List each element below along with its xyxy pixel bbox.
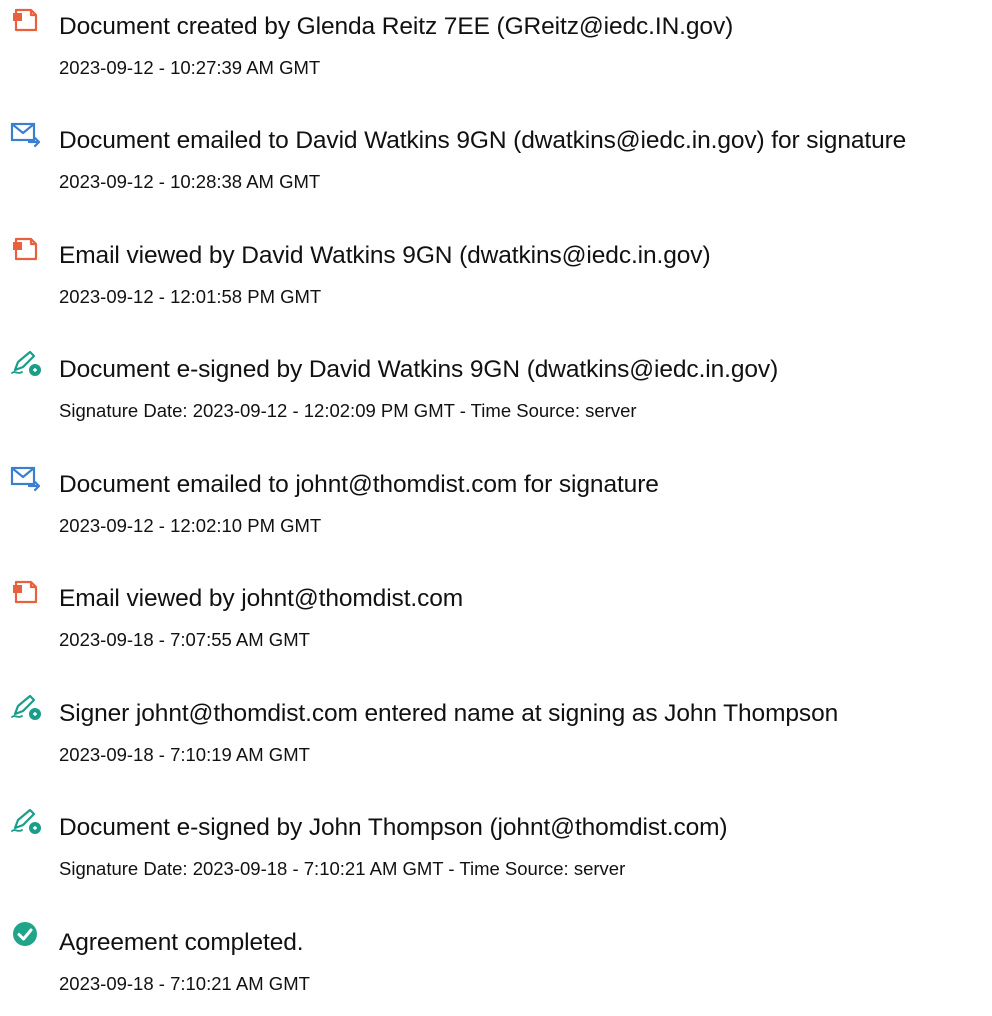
check-circle-icon: [10, 919, 42, 949]
document-icon: [10, 3, 42, 33]
event-signature-detail: Signature Date: 2023-09-18 - 7:10:21 AM …: [59, 858, 626, 879]
esign-pen-icon: [10, 804, 42, 834]
event-timestamp: 2023-09-12 - 10:27:39 AM GMT: [59, 57, 321, 78]
history-event: Email viewed by David Watkins 9GN (dwatk…: [0, 229, 992, 329]
document-icon: [10, 575, 42, 605]
event-title: Document created by Glenda Reitz 7EE (GR…: [59, 13, 734, 40]
email-sent-icon: [10, 117, 42, 147]
event-title: Agreement completed.: [59, 929, 304, 956]
email-sent-icon: [10, 461, 42, 491]
history-event: Signer johnt@thomdist.com entered name a…: [0, 687, 992, 787]
document-icon: [10, 232, 42, 262]
event-signature-detail: Signature Date: 2023-09-12 - 12:02:09 PM…: [59, 400, 637, 421]
esign-pen-icon: [10, 690, 42, 720]
event-timestamp: 2023-09-18 - 7:10:21 AM GMT: [59, 973, 310, 994]
event-title: Document emailed to David Watkins 9GN (d…: [59, 127, 907, 154]
event-title: Email viewed by David Watkins 9GN (dwatk…: [59, 242, 711, 269]
history-event: Document e-signed by David Watkins 9GN (…: [0, 343, 992, 443]
history-event: Document emailed to David Watkins 9GN (d…: [0, 114, 992, 214]
history-event: Agreement completed. 2023-09-18 - 7:10:2…: [0, 916, 992, 1016]
event-title: Document emailed to johnt@thomdist.com f…: [59, 471, 659, 498]
history-event: Document e-signed by John Thompson (john…: [0, 801, 992, 901]
event-title: Signer johnt@thomdist.com entered name a…: [59, 700, 839, 727]
history-event: Document emailed to johnt@thomdist.com f…: [0, 458, 992, 558]
event-timestamp: 2023-09-12 - 10:28:38 AM GMT: [59, 171, 321, 192]
history-event: Document created by Glenda Reitz 7EE (GR…: [0, 0, 992, 100]
history-event: Email viewed by johnt@thomdist.com 2023-…: [0, 572, 992, 672]
event-timestamp: 2023-09-12 - 12:01:58 PM GMT: [59, 286, 322, 307]
event-timestamp: 2023-09-12 - 12:02:10 PM GMT: [59, 515, 322, 536]
event-timestamp: 2023-09-18 - 7:07:55 AM GMT: [59, 629, 310, 650]
event-timestamp: 2023-09-18 - 7:10:19 AM GMT: [59, 744, 310, 765]
esign-pen-icon: [10, 346, 42, 376]
event-title: Document e-signed by John Thompson (john…: [59, 814, 728, 841]
event-title: Email viewed by johnt@thomdist.com: [59, 585, 464, 612]
event-title: Document e-signed by David Watkins 9GN (…: [59, 356, 779, 383]
